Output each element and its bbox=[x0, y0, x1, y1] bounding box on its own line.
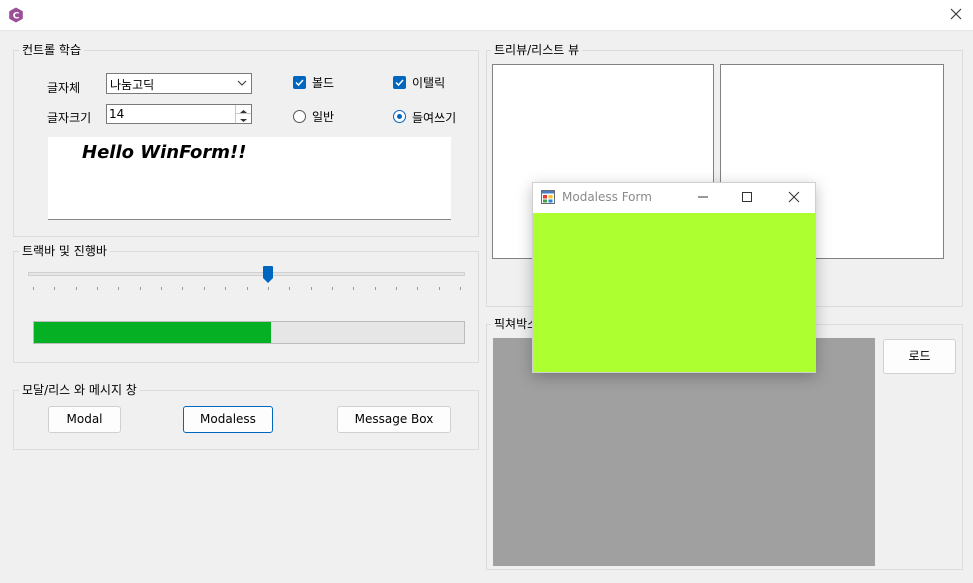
modaless-form-titlebar: Modaless Form bbox=[533, 183, 815, 213]
spin-buttons bbox=[235, 105, 251, 123]
progress-fill bbox=[34, 322, 271, 343]
chevron-down-icon bbox=[237, 80, 247, 86]
trackbar-tick bbox=[268, 287, 269, 290]
preview-panel: Hello WinForm!! bbox=[48, 137, 451, 220]
trackbar-tick bbox=[332, 287, 333, 290]
modal-button[interactable]: Modal bbox=[48, 406, 121, 433]
bold-label[interactable]: 볼드 bbox=[312, 76, 334, 90]
size-label: 글자크기 bbox=[47, 111, 92, 125]
treelist-group-title: 트리뷰/리스트 뷰 bbox=[491, 43, 583, 57]
normal-label[interactable]: 일반 bbox=[312, 110, 334, 124]
modaless-form-title: Modaless Form bbox=[562, 190, 652, 204]
size-value: 14 bbox=[109, 107, 125, 121]
close-icon[interactable] bbox=[947, 5, 965, 23]
form-icon bbox=[541, 190, 555, 204]
indent-label[interactable]: 들여쓰기 bbox=[412, 111, 456, 125]
trackbar-tick bbox=[182, 287, 183, 290]
normal-radio[interactable] bbox=[293, 110, 306, 123]
trackbar-tick bbox=[225, 287, 226, 290]
trackbar-tick bbox=[375, 287, 376, 290]
messagebox-button[interactable]: Message Box bbox=[337, 406, 451, 433]
trackbar-tick bbox=[161, 287, 162, 290]
modaless-button[interactable]: Modaless bbox=[183, 406, 273, 433]
load-button[interactable]: 로드 bbox=[883, 339, 956, 374]
preview-text: Hello WinForm!! bbox=[82, 142, 247, 163]
spin-down-button[interactable] bbox=[236, 114, 251, 123]
trackbar-group-title: 트랙바 및 진행바 bbox=[19, 244, 110, 258]
font-combobox-value: 나눔고딕 bbox=[110, 78, 155, 92]
title-bar: C bbox=[0, 0, 973, 31]
italic-checkbox[interactable] bbox=[393, 76, 406, 89]
svg-text:C: C bbox=[13, 12, 20, 22]
checkmark-icon bbox=[395, 79, 404, 87]
minimize-icon[interactable] bbox=[696, 190, 710, 204]
trackbar-tick bbox=[417, 287, 418, 290]
trackbar-thumb[interactable] bbox=[262, 266, 273, 284]
trackbar-tick bbox=[54, 287, 55, 290]
progress-bar bbox=[33, 321, 465, 344]
trackbar-tick bbox=[118, 287, 119, 290]
checkmark-icon bbox=[295, 79, 304, 87]
trackbar-tick bbox=[439, 287, 440, 290]
maximize-icon[interactable] bbox=[740, 190, 754, 204]
bold-checkbox[interactable] bbox=[293, 76, 306, 89]
italic-label[interactable]: 이탤릭 bbox=[412, 76, 445, 90]
trackbar-tick bbox=[289, 287, 290, 290]
trackbar-tick bbox=[140, 287, 141, 290]
trackbar-tick bbox=[396, 287, 397, 290]
trackbar-tick bbox=[76, 287, 77, 290]
trackbar-tick bbox=[311, 287, 312, 290]
modaless-form-window: Modaless Form bbox=[532, 182, 816, 373]
trackbar-tick bbox=[460, 287, 461, 290]
font-label: 글자체 bbox=[47, 81, 81, 95]
indent-radio[interactable] bbox=[393, 110, 406, 123]
font-combobox[interactable]: 나눔고딕 bbox=[106, 73, 252, 94]
trackbar-tick bbox=[204, 287, 205, 290]
trackbar-tick bbox=[33, 287, 34, 290]
dialog-group-title: 모달/리스 와 메시지 창 bbox=[19, 383, 140, 397]
size-numeric-updown[interactable]: 14 bbox=[106, 104, 252, 124]
spin-up-button[interactable] bbox=[236, 105, 251, 114]
arrow-down-icon bbox=[240, 119, 247, 122]
trackbar-groupbox bbox=[13, 251, 479, 363]
close-icon[interactable] bbox=[787, 190, 801, 204]
trackbar-tick bbox=[353, 287, 354, 290]
app-icon: C bbox=[9, 7, 23, 23]
trackbar-tick bbox=[97, 287, 98, 290]
trackbar-tick bbox=[247, 287, 248, 290]
trackbar-track bbox=[28, 272, 465, 276]
controls-group-title: 컨트롤 학습 bbox=[19, 43, 85, 57]
